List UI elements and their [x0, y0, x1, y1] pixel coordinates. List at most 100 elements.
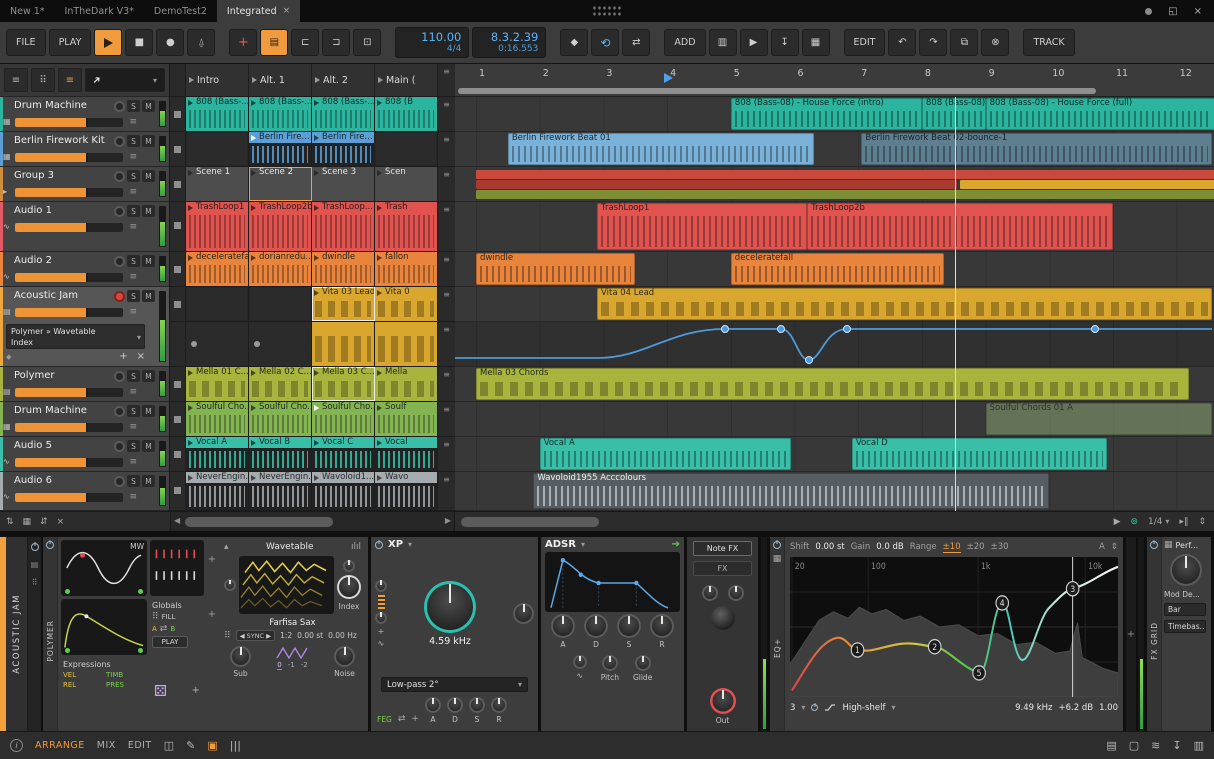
- clip-slot[interactable]: Mella 01 C...: [186, 367, 249, 401]
- noise-knob[interactable]: [334, 646, 355, 667]
- timeline-ruler[interactable]: 1 2 3 4 5 6 7 8 9 10 11 12: [455, 64, 1214, 97]
- drive-knob[interactable]: [375, 611, 387, 624]
- clip-slot[interactable]: Wavo: [375, 472, 438, 510]
- record-arm-button[interactable]: [114, 170, 125, 182]
- record-arm-button[interactable]: [114, 135, 125, 147]
- cutoff-knob[interactable]: [424, 580, 476, 633]
- arranger-clip[interactable]: 808 (Bass-08) - House Force (full): [985, 98, 1214, 130]
- volume-slider[interactable]: [15, 223, 123, 232]
- overdub-button[interactable]: ⊡: [353, 29, 382, 56]
- arranger-lane[interactable]: [455, 167, 1214, 202]
- clip-play-icon[interactable]: [314, 289, 319, 296]
- solo-button[interactable]: S: [127, 255, 140, 267]
- mute-button[interactable]: M: [142, 475, 155, 487]
- clip-play-icon[interactable]: [377, 204, 382, 211]
- clip-play-icon[interactable]: [188, 474, 193, 481]
- clip-play-icon[interactable]: [314, 474, 319, 481]
- resonance-knob[interactable]: [513, 603, 534, 624]
- undo-button[interactable]: ↶: [888, 29, 917, 56]
- glide-knob[interactable]: [634, 655, 651, 671]
- clip-play-icon[interactable]: [188, 369, 193, 376]
- output-knob[interactable]: [709, 688, 736, 714]
- filter-release-knob[interactable]: [490, 697, 507, 713]
- volume-slider[interactable]: [15, 273, 123, 282]
- filter-attack-knob[interactable]: [424, 697, 441, 713]
- follow-playhead-button[interactable]: ▶: [739, 29, 768, 56]
- track-options-icon[interactable]: ≡: [129, 187, 137, 197]
- arranger-clip[interactable]: TrashLoop1: [597, 203, 808, 250]
- scene-play-icon[interactable]: [378, 77, 383, 83]
- gain-value[interactable]: 0.0 dB: [876, 542, 903, 552]
- arranger-clip[interactable]: Vocal A: [539, 438, 792, 470]
- decay-knob[interactable]: [584, 614, 608, 638]
- remote-controls-icon[interactable]: ▤: [31, 560, 39, 569]
- clip-stop-button[interactable]: [174, 110, 181, 118]
- pre-roll-button[interactable]: ◆: [560, 29, 589, 56]
- tempo-display[interactable]: 110.00 4/4: [395, 27, 470, 58]
- scene-header[interactable]: Main (: [375, 64, 438, 96]
- solo-button[interactable]: S: [127, 290, 140, 302]
- track-header[interactable]: Berlin Firework Kit S M ▦ ≡: [0, 132, 169, 167]
- track-filter-button[interactable]: ≡: [58, 68, 82, 92]
- volume-slider[interactable]: [15, 308, 123, 317]
- clip-slot[interactable]: [186, 287, 249, 321]
- redo-button[interactable]: ↷: [919, 29, 948, 56]
- clip-play-icon[interactable]: [377, 99, 382, 106]
- clip-stop-button[interactable]: [174, 380, 181, 388]
- clip-launcher-view-icon[interactable]: ▣: [207, 739, 217, 752]
- tempo-value[interactable]: 110.00: [421, 31, 461, 44]
- clip-play-icon[interactable]: [251, 134, 256, 141]
- close-button[interactable]: ×: [1194, 6, 1202, 17]
- clip-slot[interactable]: Berlin Fire...: [249, 132, 312, 166]
- pressure-label[interactable]: PRES: [106, 681, 145, 689]
- clip-play-icon[interactable]: [251, 474, 256, 481]
- clip-stop-button[interactable]: [174, 145, 181, 153]
- range-20-button[interactable]: ±20: [967, 542, 985, 552]
- clip-slot[interactable]: [249, 322, 312, 366]
- record-arm-button[interactable]: [114, 370, 125, 382]
- add-device-button[interactable]: +: [1127, 629, 1135, 640]
- pointer-tool-button[interactable]: ➔ ▾: [85, 68, 165, 92]
- volume-slider[interactable]: [15, 388, 123, 397]
- row-options-icon[interactable]: ≡: [443, 440, 450, 471]
- auto-listen-icon[interactable]: A: [1099, 542, 1105, 552]
- stop-dot-icon[interactable]: [254, 341, 260, 347]
- arranger-scrollbar[interactable]: ▶ ⊚ 1/4 ▾ ▸‖ ⇕: [455, 512, 1214, 531]
- clip-play-icon[interactable]: [377, 254, 382, 261]
- envelope-title[interactable]: ADSR: [545, 539, 576, 550]
- arranger-lane[interactable]: Vita 04 Lead: [455, 287, 1214, 322]
- clip-play-icon[interactable]: [251, 439, 256, 446]
- sync-right-icon[interactable]: ▶: [266, 632, 271, 640]
- clip-slot[interactable]: Soulf: [375, 402, 438, 436]
- track-header[interactable]: Audio 1 S M ∿ ≡: [0, 202, 169, 252]
- loop-button[interactable]: ⟲: [591, 29, 620, 56]
- clip-slot[interactable]: NeverEngin...: [186, 472, 249, 510]
- cutoff-value[interactable]: 4.59 kHz: [429, 636, 471, 647]
- arrange-view-button[interactable]: ARRANGE: [35, 740, 85, 751]
- clip-slot[interactable]: Trash: [375, 202, 438, 251]
- band-select[interactable]: 3: [790, 703, 795, 713]
- clip-stop-button[interactable]: [174, 415, 181, 423]
- volume-slider[interactable]: [15, 423, 123, 432]
- arranger-lane[interactable]: [455, 322, 1214, 367]
- volume-slider[interactable]: [15, 188, 123, 197]
- clip-play-icon[interactable]: [314, 439, 319, 446]
- scene-header[interactable]: Alt. 1: [249, 64, 312, 96]
- track-options-icon[interactable]: ≡: [129, 387, 137, 397]
- document-tab[interactable]: DemoTest2: [144, 0, 217, 22]
- clip-slot[interactable]: fallon: [375, 252, 438, 286]
- scene-play-icon[interactable]: [315, 77, 320, 83]
- playhead[interactable]: [955, 97, 956, 511]
- volume-slider[interactable]: [15, 493, 123, 502]
- track-header[interactable]: Drum Machine S M ▦ ≡: [0, 402, 169, 437]
- band-frequency-value[interactable]: 9.49 kHz: [1015, 703, 1052, 713]
- dual-panel-icon[interactable]: ◫: [164, 739, 174, 752]
- clip-slot[interactable]: deceleratefall: [186, 252, 249, 286]
- filter-decay-knob[interactable]: [446, 697, 463, 713]
- punch-in-button[interactable]: ⊏: [291, 29, 320, 56]
- zoom-to-fit-icon[interactable]: ⊚: [1131, 517, 1139, 527]
- mute-button[interactable]: M: [142, 370, 155, 382]
- filter-mode-select[interactable]: Low-pass 2° ▾: [381, 677, 528, 692]
- eq-plus-device[interactable]: ▦ EQ+ Shift 0.00 st Gain 0.0 dB Range ±1…: [770, 537, 1126, 731]
- play-button[interactable]: [94, 29, 123, 56]
